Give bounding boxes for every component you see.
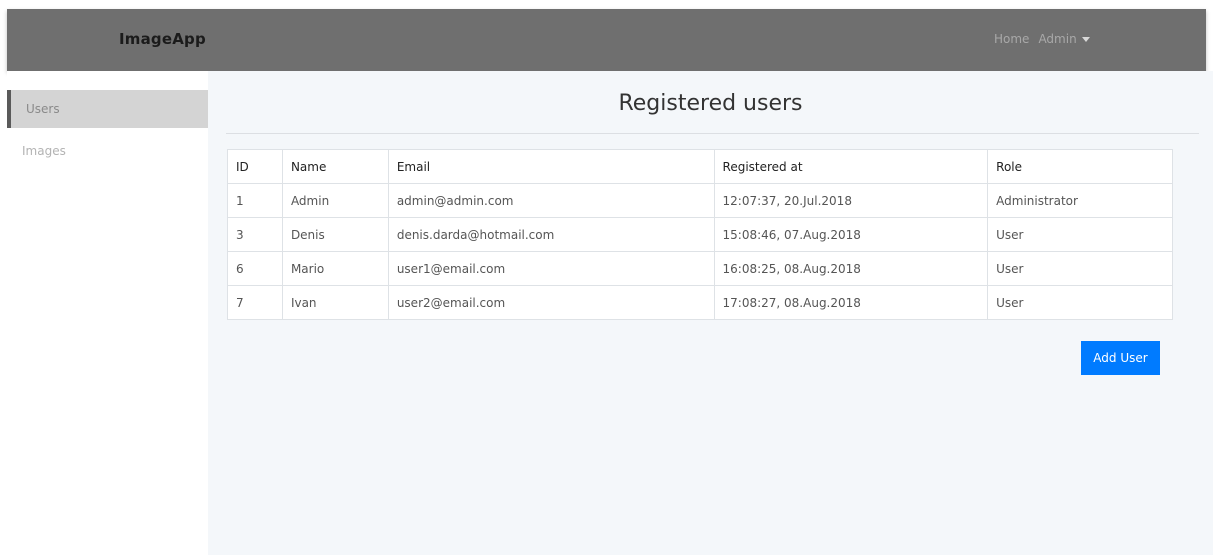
column-header-name: Name — [281, 149, 389, 184]
cell-role: User — [987, 285, 1173, 320]
cell-email: denis.darda@hotmail.com — [387, 217, 715, 252]
cell-registered-at: 16:08:25, 08.Aug.2018 — [713, 251, 989, 286]
admin-dropdown[interactable]: Admin — [1038, 32, 1090, 46]
sidebar-item-label: Images — [22, 144, 66, 158]
cell-role: Administrator — [987, 183, 1173, 218]
table-row: 3 Denis denis.darda@hotmail.com 15:08:46… — [227, 217, 1173, 252]
table-row: 7 Ivan user2@email.com 17:08:27, 08.Aug.… — [227, 285, 1173, 320]
brand-logo[interactable]: ImageApp — [119, 30, 206, 48]
nav-home-link[interactable]: Home — [994, 32, 1029, 46]
column-header-id: ID — [227, 149, 283, 184]
sidebar-item-images[interactable]: Images — [7, 132, 208, 170]
sidebar-item-label: Users — [26, 102, 60, 116]
cell-role: User — [987, 217, 1173, 252]
cell-email: admin@admin.com — [387, 183, 715, 218]
cell-id: 3 — [227, 217, 283, 252]
column-header-email: Email — [387, 149, 715, 184]
sidebar: Users Images — [7, 71, 208, 555]
column-header-registered-at: Registered at — [713, 149, 989, 184]
users-table: ID Name Email Registered at Role 1 Admin… — [227, 149, 1173, 320]
title-divider — [226, 133, 1199, 134]
cell-role: User — [987, 251, 1173, 286]
admin-dropdown-label: Admin — [1038, 32, 1077, 46]
add-user-button[interactable]: Add User — [1081, 341, 1160, 375]
table-row: 6 Mario user1@email.com 16:08:25, 08.Aug… — [227, 251, 1173, 286]
cell-email: user1@email.com — [387, 251, 715, 286]
cell-registered-at: 15:08:46, 07.Aug.2018 — [713, 217, 989, 252]
cell-registered-at: 17:08:27, 08.Aug.2018 — [713, 285, 989, 320]
cell-name: Ivan — [281, 285, 389, 320]
table-row: 1 Admin admin@admin.com 12:07:37, 20.Jul… — [227, 183, 1173, 218]
nav-right: Home Admin — [994, 32, 1090, 46]
page-title: Registered users — [618, 91, 803, 116]
cell-email: user2@email.com — [387, 285, 715, 320]
caret-down-icon — [1081, 36, 1090, 42]
top-navbar: ImageApp Home Admin — [7, 9, 1206, 71]
cell-id: 1 — [227, 183, 283, 218]
column-header-role: Role — [987, 149, 1173, 184]
sidebar-item-users[interactable]: Users — [7, 90, 208, 128]
cell-name: Admin — [281, 183, 389, 218]
cell-registered-at: 12:07:37, 20.Jul.2018 — [713, 183, 989, 218]
cell-id: 7 — [227, 285, 283, 320]
cell-name: Denis — [281, 217, 389, 252]
cell-name: Mario — [281, 251, 389, 286]
table-header-row: ID Name Email Registered at Role — [227, 149, 1173, 184]
cell-id: 6 — [227, 251, 283, 286]
main-content: Registered users ID Name Email Registere… — [208, 71, 1213, 555]
